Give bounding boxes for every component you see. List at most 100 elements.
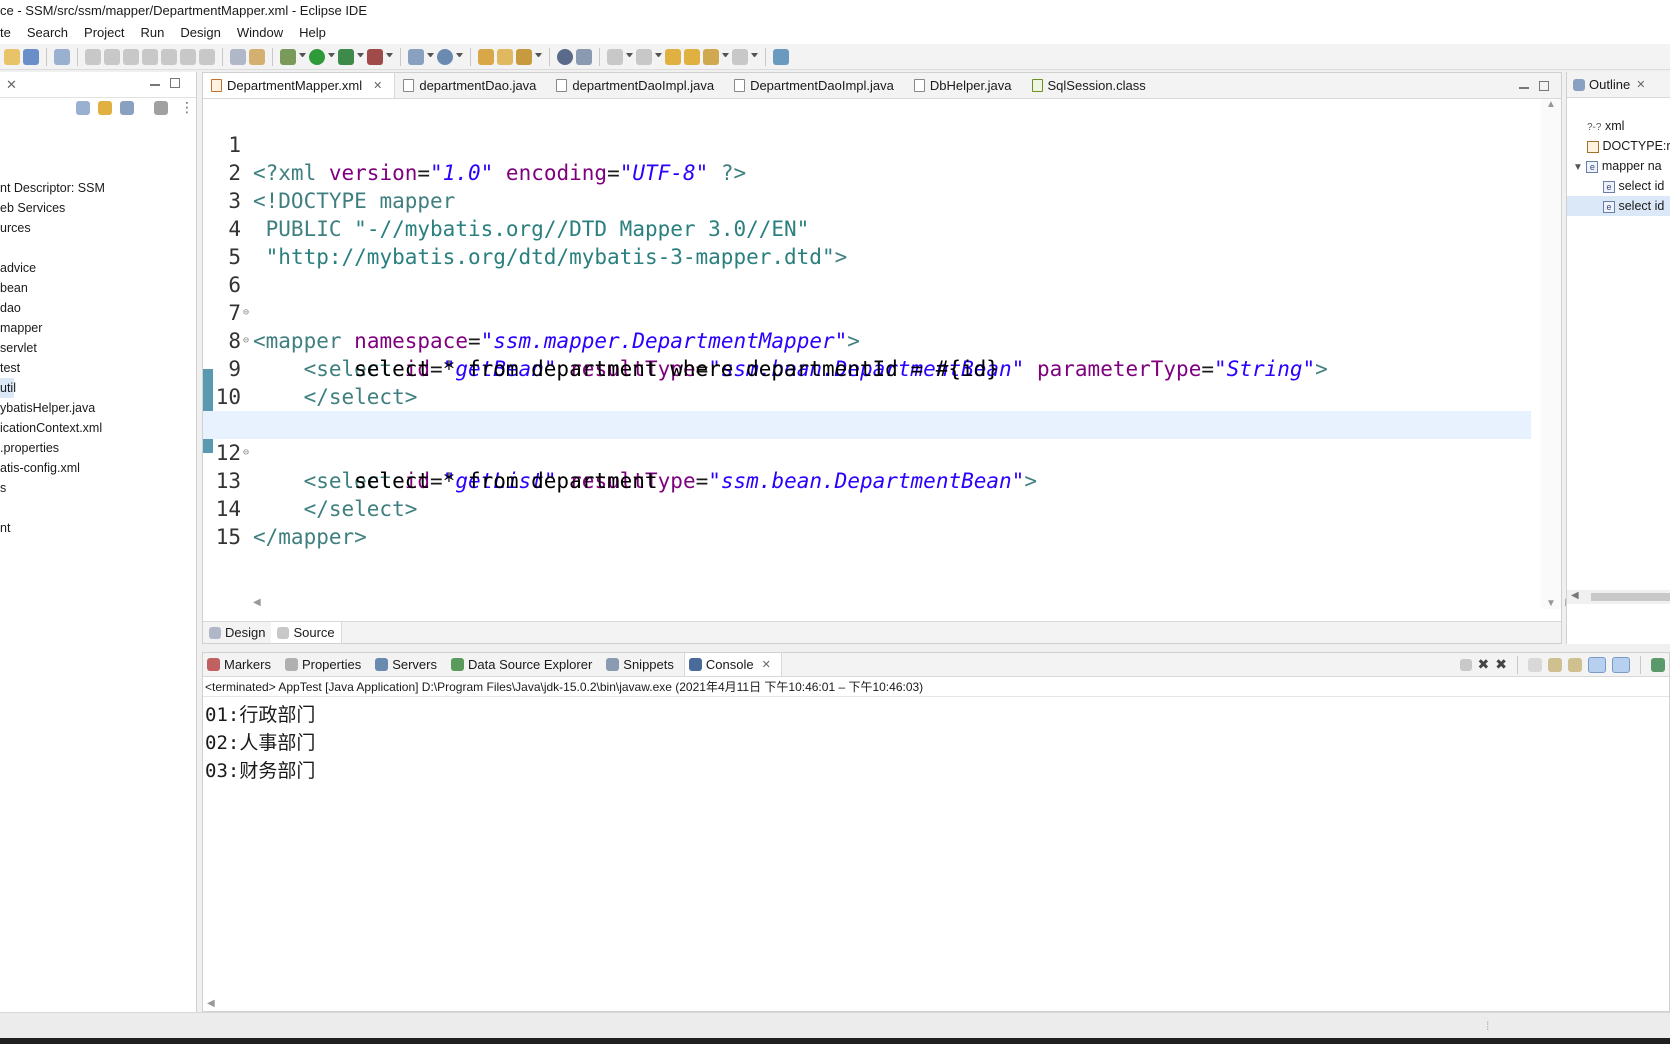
external-tools-icon[interactable] bbox=[367, 48, 383, 65]
remove-all-icon[interactable]: ✖ bbox=[1495, 656, 1507, 673]
step-return-icon[interactable] bbox=[199, 48, 215, 65]
screen-icon[interactable] bbox=[23, 48, 39, 65]
tab-dbhelper-java[interactable]: DbHelper.java bbox=[906, 73, 1024, 98]
open-type-icon[interactable] bbox=[478, 48, 494, 65]
outline-toggle-icon[interactable] bbox=[230, 48, 246, 65]
tab-console[interactable]: Console ✕ bbox=[683, 653, 782, 676]
vertical-scrollbar[interactable]: ▲ ▼ bbox=[1541, 99, 1561, 609]
tree-item[interactable]: bean bbox=[0, 278, 105, 298]
menu-search[interactable]: Search bbox=[19, 22, 76, 44]
tree-item[interactable] bbox=[0, 498, 105, 518]
chevron-down-icon[interactable] bbox=[626, 53, 633, 60]
menu-design[interactable]: Design bbox=[172, 22, 228, 44]
horizontal-scrollbar[interactable]: ◀ bbox=[1567, 590, 1670, 604]
menu-project[interactable]: Project bbox=[76, 22, 132, 44]
close-icon[interactable]: ✕ bbox=[6, 77, 17, 93]
link-editor-icon[interactable] bbox=[98, 101, 112, 115]
chevron-down-icon[interactable] bbox=[655, 53, 662, 60]
maximize-icon[interactable] bbox=[1539, 81, 1549, 91]
tree-item[interactable]: ybatisHelper.java bbox=[0, 398, 105, 418]
tab-departmentdaoimpl-java[interactable]: departmentDaoImpl.java bbox=[548, 73, 726, 98]
open-task-icon[interactable] bbox=[516, 48, 532, 65]
chevron-down-icon[interactable] bbox=[751, 53, 758, 60]
resume-icon[interactable] bbox=[85, 48, 101, 65]
pin-console-icon[interactable] bbox=[1651, 657, 1665, 672]
tree-item[interactable]: urces bbox=[0, 218, 105, 238]
remove-launch-icon[interactable]: ✖ bbox=[1478, 656, 1490, 673]
disconnect-icon[interactable] bbox=[142, 48, 158, 65]
chevron-down-icon[interactable] bbox=[456, 53, 463, 60]
prev-annotation-icon[interactable] bbox=[636, 48, 652, 65]
maximize-icon[interactable] bbox=[170, 78, 180, 88]
chevron-down-icon[interactable] bbox=[722, 53, 729, 60]
run-icon[interactable] bbox=[309, 48, 325, 65]
collapse-all-icon[interactable] bbox=[76, 101, 90, 115]
outline-item[interactable]: ?-? xml bbox=[1567, 116, 1670, 136]
suspend-icon[interactable] bbox=[104, 48, 120, 65]
terminate-icon[interactable] bbox=[123, 48, 139, 65]
close-icon[interactable]: ✕ bbox=[762, 658, 771, 671]
tree-item[interactable]: nt bbox=[0, 518, 105, 538]
new-server-icon[interactable] bbox=[408, 48, 424, 65]
minimize-icon[interactable] bbox=[150, 83, 160, 86]
tree-item[interactable]: icationContext.xml bbox=[0, 418, 105, 438]
menu-file[interactable]: te bbox=[0, 22, 19, 44]
tree-item[interactable]: dao bbox=[0, 298, 105, 318]
tree-item[interactable]: s bbox=[0, 478, 105, 498]
tree-item[interactable]: mapper bbox=[0, 318, 105, 338]
terminate-icon[interactable] bbox=[1459, 658, 1472, 671]
chevron-down-icon[interactable] bbox=[535, 53, 542, 60]
tab-data-source-explorer[interactable]: Data Source Explorer bbox=[447, 653, 602, 676]
focus-icon[interactable] bbox=[154, 101, 168, 115]
tree-item[interactable]: nt Descriptor: SSM bbox=[0, 178, 105, 198]
tab-sqlsession-class[interactable]: SqlSession.class bbox=[1024, 73, 1158, 98]
tab-departmentmapper-xml[interactable]: DepartmentMapper.xml ✕ bbox=[203, 73, 396, 98]
scroll-lock-icon[interactable] bbox=[1548, 657, 1562, 672]
tab-markers[interactable]: Markers bbox=[203, 653, 281, 676]
tab-departmentdao-java[interactable]: departmentDao.java bbox=[395, 73, 548, 98]
new-web-icon[interactable] bbox=[437, 48, 453, 65]
chevron-down-icon[interactable] bbox=[328, 53, 335, 60]
menu-help[interactable]: Help bbox=[291, 22, 334, 44]
close-icon[interactable]: ✕ bbox=[373, 79, 382, 92]
scroll-left-icon[interactable]: ◀ bbox=[253, 597, 261, 608]
chevron-down-icon[interactable]: ▼ bbox=[1573, 162, 1583, 173]
console-output[interactable]: 01:行政部门 02:人事部门 03:财务部门 bbox=[203, 697, 1669, 785]
tree-item[interactable]: util bbox=[0, 378, 16, 398]
tree-item[interactable]: atis-config.xml bbox=[0, 458, 105, 478]
menu-run[interactable]: Run bbox=[133, 22, 173, 44]
save-all-icon[interactable] bbox=[4, 48, 20, 65]
tree-item[interactable] bbox=[0, 238, 105, 258]
show-on-stderr-icon[interactable] bbox=[1612, 656, 1630, 673]
tree-item[interactable]: eb Services bbox=[0, 198, 105, 218]
scroll-up-icon[interactable]: ▲ bbox=[1546, 99, 1556, 110]
chevron-down-icon[interactable] bbox=[427, 53, 434, 60]
tab-properties[interactable]: Properties bbox=[281, 653, 371, 676]
outline-item[interactable]: DOCTYPE:r bbox=[1567, 136, 1670, 156]
tree-item[interactable]: .properties bbox=[0, 438, 105, 458]
open-folder-icon[interactable] bbox=[497, 48, 513, 65]
scroll-left-icon[interactable]: ◀ bbox=[1571, 590, 1579, 601]
tree-item[interactable]: advice bbox=[0, 258, 105, 278]
close-icon[interactable]: ✕ bbox=[1636, 78, 1645, 91]
tab-source[interactable]: Source bbox=[271, 622, 342, 643]
debug-icon[interactable] bbox=[280, 48, 296, 65]
outline-item-selected[interactable]: e select id bbox=[1567, 196, 1670, 216]
outline-title[interactable]: Outline bbox=[1589, 77, 1630, 92]
scroll-thumb[interactable] bbox=[1591, 593, 1670, 601]
chevron-down-icon[interactable] bbox=[357, 53, 364, 60]
tree-item[interactable]: test bbox=[0, 358, 105, 378]
tab-snippets[interactable]: Snippets bbox=[602, 653, 684, 676]
scroll-left-icon[interactable]: ◀ bbox=[207, 998, 215, 1009]
last-edit-forward-icon[interactable] bbox=[684, 48, 700, 65]
filter-icon[interactable] bbox=[120, 101, 134, 115]
tab-design[interactable]: Design bbox=[203, 622, 271, 643]
globe-icon[interactable] bbox=[557, 48, 573, 65]
minimize-icon[interactable] bbox=[1519, 86, 1529, 89]
view-menu-icon[interactable]: ⋮ bbox=[180, 99, 194, 116]
search-refs-icon[interactable] bbox=[576, 48, 592, 65]
coverage-icon[interactable] bbox=[338, 48, 354, 65]
word-wrap-icon[interactable] bbox=[1568, 657, 1582, 672]
tab-servers[interactable]: Servers bbox=[371, 653, 447, 676]
show-on-stdout-icon[interactable] bbox=[1588, 656, 1606, 673]
